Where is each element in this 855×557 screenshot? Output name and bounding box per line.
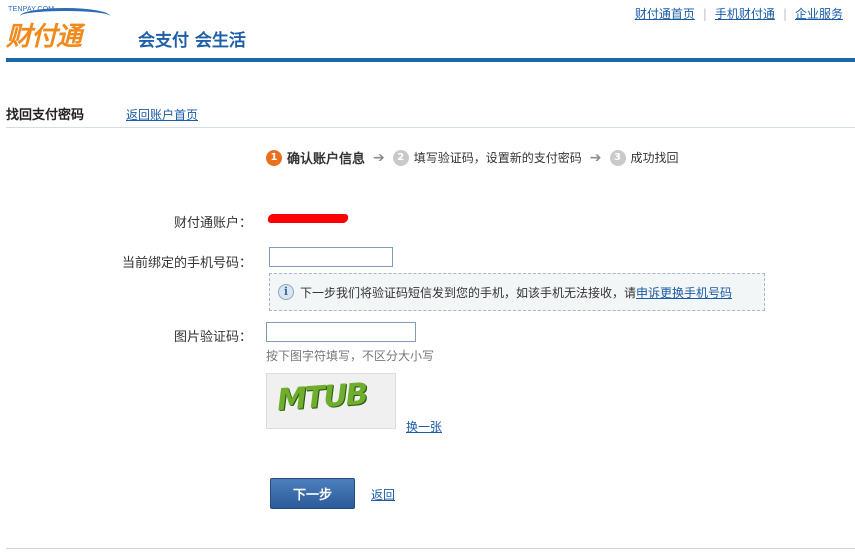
step-3-label: 成功找回 [630, 151, 679, 165]
refresh-captcha-link[interactable]: 换一张 [406, 418, 442, 435]
back-to-account-link[interactable]: 返回账户首页 [126, 106, 198, 123]
step-3-number-icon: 3 [609, 149, 626, 166]
captcha-image: MTUB [266, 373, 396, 429]
logo-brand-name: 财付通 [6, 22, 82, 52]
arrow-right-icon: ➔ [589, 149, 602, 166]
captcha-hint: 按下图字符填写，不区分大小写 [266, 349, 435, 363]
step-2-label: 填写验证码，设置新的支付密码 [413, 151, 582, 165]
step-1-label: 确认账户信息 [287, 152, 366, 167]
step-1-number-icon: 1 [266, 149, 282, 166]
nav-business-services[interactable]: 企业服务 [795, 5, 843, 22]
redacted-account-value [267, 214, 349, 223]
captcha-label: 图片验证码： [173, 330, 252, 345]
next-step-button[interactable]: 下一步 [270, 478, 355, 509]
footer-divider [6, 548, 855, 549]
logo-slogan: 会支付 会生活 [138, 31, 246, 51]
page-title: 找回支付密码 [6, 108, 85, 123]
account-label: 财付通账户： [173, 216, 252, 231]
captcha-input[interactable] [266, 322, 416, 342]
nav-tenpay-home[interactable]: 财付通首页 [635, 5, 695, 22]
logo-domain-text: TENPAY.COM [8, 6, 55, 13]
page-subheader: 找回支付密码 返回账户首页 [6, 104, 855, 128]
step-2-number-icon: 2 [392, 149, 409, 166]
phone-label: 当前绑定的手机号码： [121, 256, 252, 271]
info-icon: i [278, 284, 294, 300]
phone-number-input[interactable] [269, 247, 393, 267]
sms-info-text: 下一步我们将验证码短信发到您的手机，如该手机无法接收，请 [300, 285, 637, 300]
nav-separator: | [782, 6, 787, 21]
back-link[interactable]: 返回 [371, 486, 395, 503]
nav-mobile-tenpay[interactable]: 手机财付通 [715, 5, 775, 22]
progress-steps: 1 确认账户信息 ➔ 2 填写验证码，设置新的支付密码 ➔ 3 成功找回 [266, 148, 679, 167]
top-nav: 财付通首页 | 手机财付通 | 企业服务 [635, 5, 843, 22]
header-divider-bar [6, 58, 855, 62]
appeal-change-phone-link[interactable]: 申诉更换手机号码 [636, 284, 732, 301]
captcha-image-text: MTUB [275, 376, 368, 419]
tenpay-logo[interactable]: TENPAY.COM 财付通 会支付 会生活 [6, 6, 256, 52]
nav-separator: | [702, 6, 707, 21]
sms-info-box: i 下一步我们将验证码短信发到您的手机，如该手机无法接收，请 申诉更换手机号码 [269, 273, 765, 311]
arrow-right-icon: ➔ [373, 149, 385, 166]
